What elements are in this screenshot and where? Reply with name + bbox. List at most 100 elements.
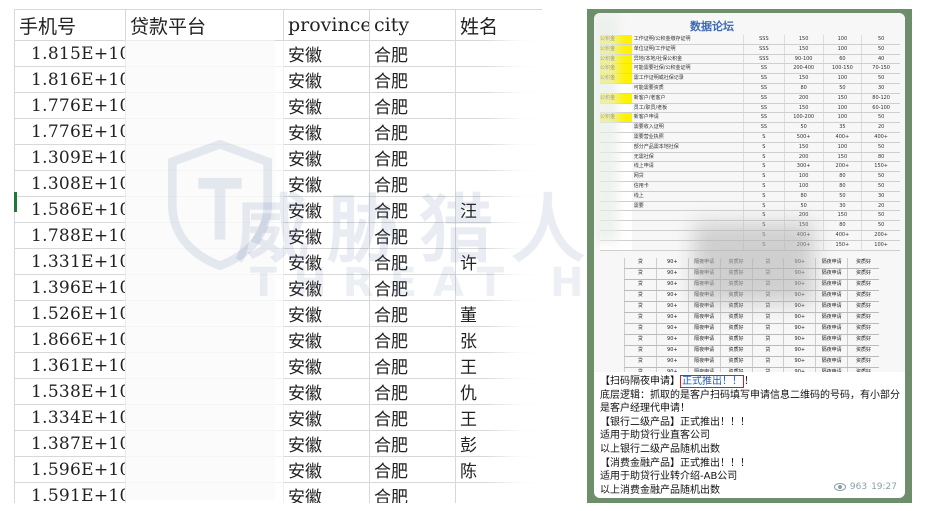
cell-phone[interactable]: 1.396E+10	[14, 274, 126, 301]
price-cell-c: 200+	[861, 230, 900, 240]
grid-cell: 资质好	[719, 335, 752, 345]
table-row[interactable]: 1.776E+10 安徽 合肥	[14, 92, 542, 119]
cell-phone[interactable]: 1.816E+10	[14, 66, 126, 93]
cell-province[interactable]: 安徽	[283, 404, 370, 431]
cell-province[interactable]: 安徽	[283, 378, 370, 405]
cell-phone[interactable]: 1.776E+10	[14, 118, 126, 145]
cell-phone[interactable]: 1.387E+10	[14, 430, 126, 457]
price-cell-grade: S	[743, 181, 784, 191]
table-row[interactable]: 1.776E+10 安徽 合肥	[14, 118, 542, 145]
cell-province[interactable]: 安徽	[283, 144, 370, 171]
cell-city[interactable]: 合肥	[369, 92, 456, 119]
cell-province[interactable]: 安徽	[283, 66, 370, 93]
header-city[interactable]: city	[369, 9, 456, 41]
grid-cell: 90+	[783, 357, 815, 367]
cell-city[interactable]: 合肥	[369, 40, 456, 67]
price-cell-c: 50	[861, 211, 900, 221]
grid-cell: 隔夜申请	[815, 280, 847, 290]
cell-province[interactable]: 安徽	[283, 352, 370, 379]
header-platform[interactable]: 贷款平台	[125, 9, 284, 41]
table-row[interactable]: 1.591E+10 安徽 合肥	[14, 482, 542, 503]
cell-phone[interactable]: 1.866E+10	[14, 326, 126, 353]
cell-phone[interactable]: 1.776E+10	[14, 92, 126, 119]
header-name[interactable]: 姓名	[455, 9, 542, 41]
price-cell-a: 150	[783, 74, 823, 83]
price-cell-c: 50	[861, 74, 900, 83]
cell-phone[interactable]: 1.586E+10	[14, 196, 126, 223]
table-row[interactable]: 1.866E+10 安徽 合肥张	[14, 326, 542, 353]
price-cell-grade: SS	[743, 83, 784, 93]
message-meta: 963 19:27	[833, 482, 897, 492]
header-phone[interactable]: 手机号	[14, 9, 126, 41]
cell-phone[interactable]: 1.538E+10	[14, 378, 126, 405]
highlight-link[interactable]: 正式推出！！	[680, 375, 744, 388]
cell-city[interactable]: 合肥	[369, 404, 456, 431]
attached-image[interactable]: 数据论坛 公积金工作证明/公积金缴存证明SSS15010050公积金单位证明/工…	[594, 13, 905, 372]
cell-city[interactable]: 合肥	[369, 378, 456, 405]
cell-city[interactable]: 合肥	[369, 456, 456, 483]
eye-icon	[833, 483, 846, 491]
cell-phone[interactable]: 1.591E+10	[14, 482, 126, 503]
grid-cell: 隔夜申请	[815, 269, 847, 279]
price-cell-c: 50	[861, 181, 900, 191]
price-cell-desc: 员工/职员/老板	[633, 104, 668, 111]
cell-province[interactable]: 安徽	[283, 482, 370, 503]
message-time: 19:27	[871, 482, 897, 492]
cell-phone[interactable]: 1.308E+10	[14, 170, 126, 197]
cell-province[interactable]: 安徽	[283, 430, 370, 457]
price-cell-desc: 信用卡	[633, 182, 649, 189]
table-row[interactable]: 1.815E+10 安徽 合肥	[14, 40, 542, 67]
cell-province[interactable]: 安徽	[283, 456, 370, 483]
price-cell-b: 80	[822, 172, 862, 181]
cell-phone[interactable]: 1.361E+10	[14, 352, 126, 379]
table-row[interactable]: 1.309E+10 安徽 合肥	[14, 144, 542, 171]
grid-cell: 隔夜申请	[815, 291, 847, 301]
cell-province[interactable]: 安徽	[283, 92, 370, 119]
cell-city[interactable]: 合肥	[369, 352, 456, 379]
grid-cell: 隔夜申请	[815, 258, 847, 268]
price-cell-c: 30	[861, 191, 900, 201]
header-province[interactable]: province	[283, 9, 370, 41]
table-row[interactable]: 1.361E+10 安徽 合肥王	[14, 352, 542, 379]
price-cell-b: 100	[822, 142, 862, 152]
table-row[interactable]: 1.596E+10 安徽 合肥陈	[14, 456, 542, 483]
cell-province[interactable]: 安徽	[283, 326, 370, 353]
price-cell-b: 150	[822, 93, 862, 103]
cell-city[interactable]: 合肥	[369, 482, 456, 503]
grid-cell: 资质好	[719, 346, 752, 356]
table-row[interactable]: 1.387E+10 安徽 合肥彭	[14, 430, 542, 457]
cell-city[interactable]: 合肥	[369, 430, 456, 457]
grid-cell: 资质好	[847, 269, 879, 279]
message-bubble[interactable]: 数据论坛 公积金工作证明/公积金缴存证明SSS15010050公积金单位证明/工…	[594, 13, 905, 498]
grid-cell: 隔夜申请	[815, 335, 847, 345]
price-cell-a: 150	[783, 142, 823, 152]
price-cell-b: 50	[822, 191, 862, 201]
cell-phone[interactable]: 1.334E+10	[14, 404, 126, 431]
price-cell-b: 150	[822, 211, 862, 221]
cell-city[interactable]: 合肥	[369, 66, 456, 93]
cell-city[interactable]: 合肥	[369, 326, 456, 353]
cell-phone[interactable]: 1.309E+10	[14, 144, 126, 171]
cell-phone[interactable]: 1.788E+10	[14, 222, 126, 249]
cell-city[interactable]: 合肥	[369, 144, 456, 171]
grid-cell: 贷	[751, 313, 784, 323]
cell-province[interactable]: 安徽	[283, 118, 370, 145]
cell-phone[interactable]: 1.596E+10	[14, 456, 126, 483]
cell-phone[interactable]: 1.331E+10	[14, 248, 126, 275]
grid-cell: 隔夜申请	[687, 346, 720, 356]
price-cell-b: 150+	[822, 240, 862, 250]
cell-province[interactable]: 安徽	[283, 40, 370, 67]
grid-cell: 隔夜申请	[815, 346, 847, 356]
grid-row: 贷90+隔夜申请资质好贷90+隔夜申请资质好	[624, 346, 879, 357]
grid-cell: 贷	[751, 346, 784, 356]
table-row[interactable]: 1.334E+10 安徽 合肥王	[14, 404, 542, 431]
cell-city[interactable]: 合肥	[369, 118, 456, 145]
header-row: 手机号 贷款平台 province city 姓名	[14, 9, 542, 41]
cell-phone[interactable]: 1.815E+10	[14, 40, 126, 67]
table-row[interactable]: 1.816E+10 安徽 合肥	[14, 66, 542, 93]
price-cell-a: 150	[783, 103, 823, 113]
price-cell-a: 80	[783, 191, 823, 201]
cell-phone[interactable]: 1.526E+10	[14, 300, 126, 327]
table-row[interactable]: 1.538E+10 安徽 合肥仇	[14, 378, 542, 405]
price-cell-desc: 需工作证明或社保记录	[633, 75, 684, 82]
